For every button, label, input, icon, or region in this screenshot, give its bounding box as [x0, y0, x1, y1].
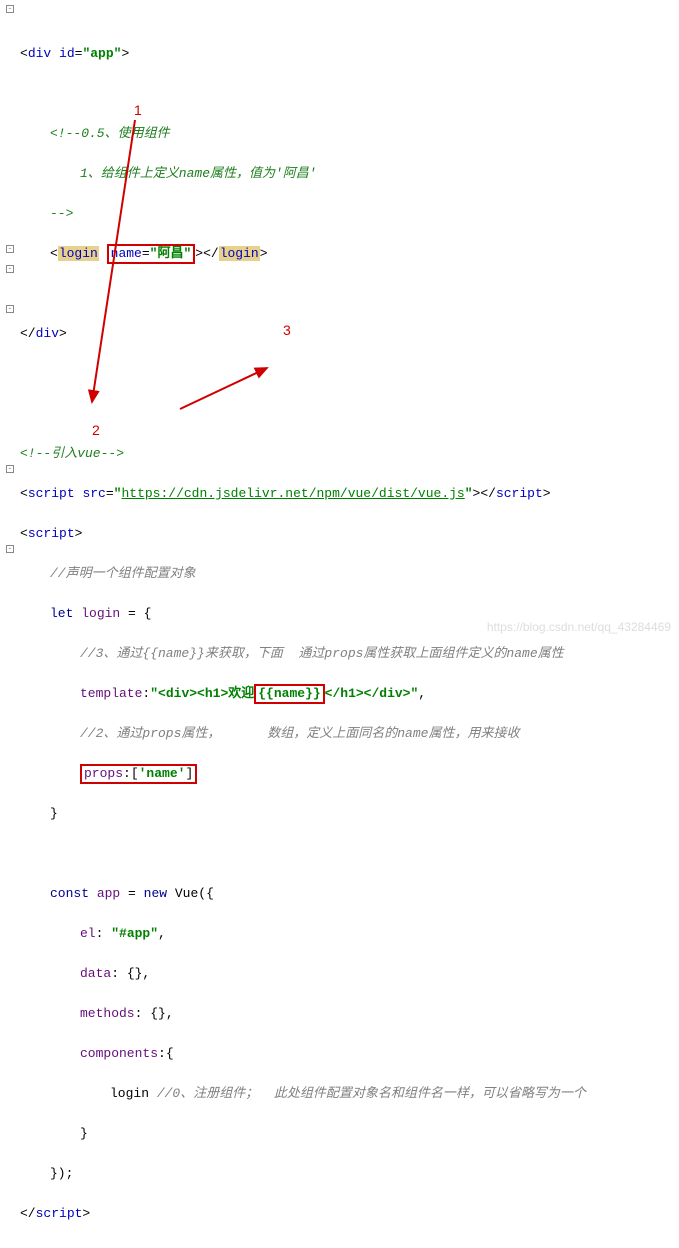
- code-line: <script>: [20, 524, 679, 544]
- code-line: <script src="https://cdn.jsdelivr.net/np…: [20, 484, 679, 504]
- code-comment: //2、通过props属性， 数组，定义上面同名的name属性，用来接收: [20, 724, 679, 744]
- code-line: components:{: [20, 1044, 679, 1064]
- code-comment: <!--引入vue-->: [20, 444, 679, 464]
- code-line: </div>: [20, 324, 679, 344]
- code-line: });: [20, 1164, 679, 1184]
- annotation-2: 2: [92, 420, 100, 440]
- code-line: template:"<div><h1>欢迎{{name}}</h1></div>…: [20, 684, 679, 704]
- code-line: }: [20, 804, 679, 824]
- code-line: el: "#app",: [20, 924, 679, 944]
- annotation-3: 3: [283, 320, 291, 340]
- watermark: https://blog.csdn.net/qq_43284469: [487, 617, 671, 637]
- code-line: </script>: [20, 1204, 679, 1224]
- highlight-box-1: name="阿昌": [107, 244, 196, 264]
- fold-icon[interactable]: -: [6, 245, 14, 253]
- fold-gutter: - - - - - -: [0, 0, 18, 1248]
- fold-icon[interactable]: -: [6, 545, 14, 553]
- highlight-box-2: props:['name']: [80, 764, 197, 784]
- code-comment: //3、通过{{name}}来获取，下面 通过props属性获取上面组件定义的n…: [20, 644, 679, 664]
- highlight-box-3: {{name}}: [254, 684, 324, 704]
- code-comment: -->: [20, 204, 679, 224]
- code-line: <div id="app">: [20, 44, 679, 64]
- code-line: }: [20, 1124, 679, 1144]
- code-line: props:['name']: [20, 764, 679, 784]
- code-line: <login name="阿昌"></login>: [20, 244, 679, 264]
- code-line: const app = new Vue({: [20, 884, 679, 904]
- fold-icon[interactable]: -: [6, 305, 14, 313]
- code-comment: <!--0.5、使用组件: [20, 124, 679, 144]
- code-line: data: {},: [20, 964, 679, 984]
- code-line: login //0、注册组件； 此处组件配置对象名和组件名一样，可以省略写为一个: [20, 1084, 679, 1104]
- fold-icon[interactable]: -: [6, 265, 14, 273]
- fold-icon[interactable]: -: [6, 465, 14, 473]
- code-comment: 1、给组件上定义name属性，值为'阿昌': [20, 164, 679, 184]
- annotation-1: 1: [134, 100, 142, 120]
- code-line: methods: {},: [20, 1004, 679, 1024]
- fold-icon[interactable]: -: [6, 5, 14, 13]
- code-comment: //声明一个组件配置对象: [20, 564, 679, 584]
